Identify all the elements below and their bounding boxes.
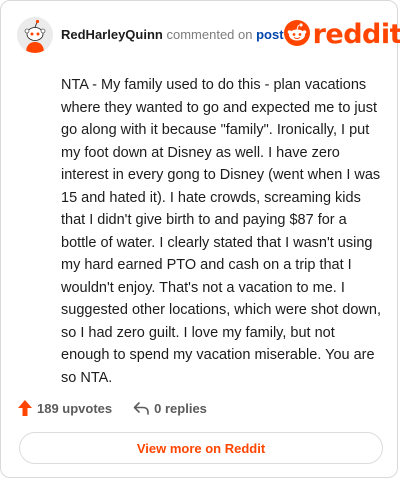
reply-arrow-icon: [132, 400, 150, 416]
comment-body: NTA - My family used to do this - plan v…: [61, 77, 381, 386]
comment-actions: 189 upvotes 0 replies: [17, 397, 207, 419]
upvote-arrow-icon: [17, 399, 33, 417]
comment-meta: RedHarleyQuinn commented on post: [61, 27, 284, 43]
reddit-wordmark: reddit: [312, 19, 400, 50]
reply-count: 0 replies: [154, 400, 207, 416]
post-link[interactable]: post: [256, 27, 283, 42]
reddit-snoo-icon: [283, 19, 310, 51]
action-text: commented on: [166, 27, 253, 42]
upvote-button[interactable]: 189 upvotes: [17, 399, 112, 417]
username[interactable]: RedHarleyQuinn: [61, 27, 163, 42]
upvote-count: 189 upvotes: [37, 400, 113, 416]
reddit-embed-card: RedHarleyQuinn commented on post reddit: [0, 0, 400, 478]
reddit-avatar-icon[interactable]: [17, 17, 53, 53]
reply-button[interactable]: 0 replies: [132, 400, 207, 416]
comment-header: RedHarleyQuinn commented on post reddit: [17, 15, 400, 55]
reddit-logo[interactable]: reddit: [283, 19, 400, 51]
view-more-on-reddit-button[interactable]: View more on Reddit: [19, 432, 383, 464]
